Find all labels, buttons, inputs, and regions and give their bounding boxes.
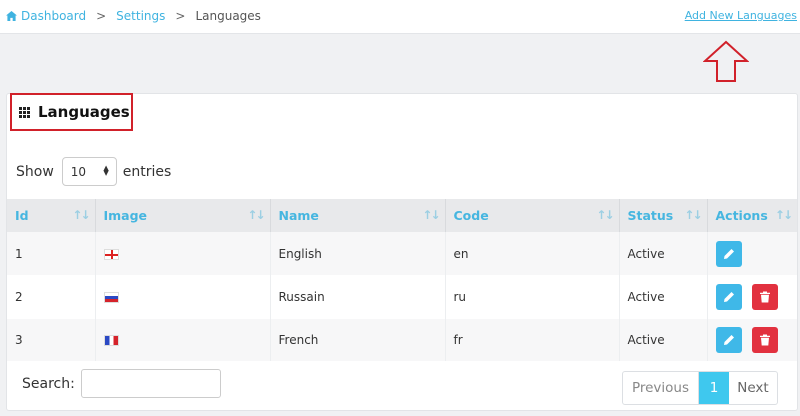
cell-id: 1 (7, 232, 96, 275)
cell-id: 3 (7, 319, 96, 361)
select-caret-icon: ▲ ▼ (103, 164, 109, 177)
card-title: Languages (38, 103, 130, 121)
cell-name: Russain (270, 275, 446, 319)
table-row: 1 English en Active (7, 232, 797, 275)
cell-code: fr (445, 319, 620, 361)
table-row: 3 French fr Active (7, 319, 797, 361)
top-bar: Dashboard > Settings > Languages Add New… (0, 0, 800, 34)
france-flag-icon (103, 335, 119, 346)
cell-image (95, 275, 271, 319)
cell-code: ru (445, 275, 620, 319)
breadcrumb-dashboard[interactable]: Dashboard (6, 9, 86, 23)
breadcrumb-dashboard-label: Dashboard (21, 9, 87, 23)
table-row: 2 Russain ru Active (7, 275, 797, 319)
cell-actions (707, 275, 797, 319)
column-header-code[interactable]: Code ↑↓ (445, 199, 620, 232)
entries-label: entries (122, 163, 172, 180)
trash-icon (759, 291, 770, 303)
breadcrumb-settings[interactable]: Settings (116, 9, 165, 23)
next-page-button[interactable]: Next (729, 372, 777, 404)
breadcrumb-current: Languages (195, 9, 261, 23)
edit-button[interactable] (715, 240, 742, 267)
cell-image (95, 232, 271, 275)
page-1-button[interactable]: 1 (699, 372, 729, 404)
pencil-icon (723, 335, 734, 345)
cell-name: English (270, 232, 446, 275)
breadcrumb: Dashboard > Settings > Languages (6, 9, 261, 23)
sort-icon: ↑↓ (684, 208, 702, 222)
cell-actions (707, 232, 797, 275)
cell-code: en (445, 232, 620, 275)
cell-id: 2 (7, 275, 96, 319)
search-input[interactable] (80, 369, 221, 398)
column-header-id[interactable]: Id ↑↓ (7, 199, 96, 232)
cell-status: Active (619, 319, 708, 361)
cell-actions (707, 319, 797, 361)
edit-button[interactable] (715, 284, 742, 310)
up-arrow-annotation-icon (703, 40, 749, 82)
sort-icon: ↑↓ (247, 208, 265, 222)
show-label: Show (16, 163, 54, 180)
column-header-status[interactable]: Status ↑↓ (619, 199, 708, 232)
delete-button[interactable] (751, 284, 778, 310)
delete-button[interactable] (751, 327, 778, 353)
cell-status: Active (619, 275, 708, 319)
entries-select-value: 10 (70, 164, 87, 179)
entries-select[interactable]: 10 ▲ ▼ (61, 157, 117, 186)
column-header-image[interactable]: Image ↑↓ (95, 199, 271, 232)
search-label: Search: (22, 375, 75, 392)
column-header-name[interactable]: Name ↑↓ (270, 199, 446, 232)
sort-icon: ↑↓ (422, 208, 440, 222)
cell-status: Active (619, 232, 708, 275)
pagination: Previous 1 Next (622, 371, 778, 405)
sort-icon: ↑↓ (72, 208, 90, 222)
sort-icon: ↑↓ (596, 208, 614, 222)
column-header-actions[interactable]: Actions ↑↓ (707, 199, 797, 232)
pencil-icon (723, 248, 734, 259)
cell-image (95, 319, 271, 361)
breadcrumb-separator: > (96, 9, 107, 23)
england-flag-icon (103, 248, 119, 260)
trash-icon (759, 334, 770, 346)
languages-table: Id ↑↓ Image ↑↓ Name ↑↓ Code ↑↓ Status ↑↓ Acti… (7, 199, 797, 361)
previous-page-button[interactable]: Previous (623, 372, 699, 404)
breadcrumb-separator: > (175, 9, 186, 23)
home-icon (6, 11, 17, 21)
add-new-languages-link[interactable]: Add New Languages (685, 9, 797, 22)
grid-icon (19, 106, 30, 118)
card-heading: Languages (10, 93, 133, 131)
sort-icon: ↑↓ (774, 208, 793, 222)
pencil-icon (723, 292, 734, 302)
cell-name: French (270, 319, 446, 361)
search-control: Search: (22, 369, 221, 398)
russia-flag-icon (103, 292, 119, 303)
entries-length-control: Show 10 ▲ ▼ entries (16, 157, 171, 186)
edit-button[interactable] (715, 327, 742, 353)
